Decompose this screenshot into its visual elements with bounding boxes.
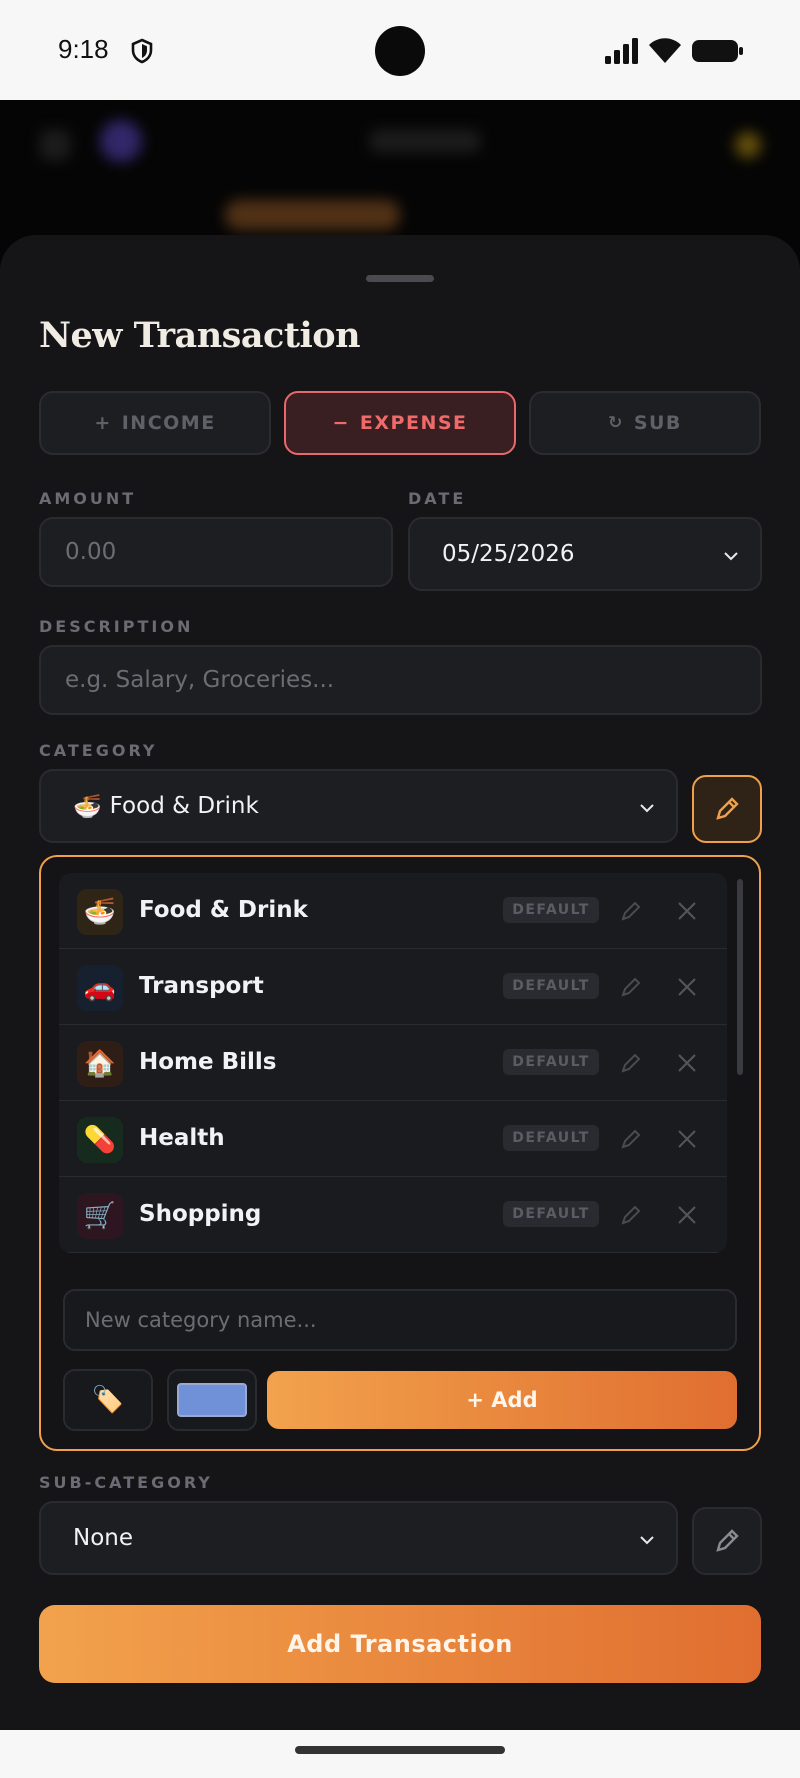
category-name: Health — [139, 1125, 225, 1151]
default-badge: DEFAULT — [503, 1201, 599, 1227]
pencil-icon[interactable] — [619, 1203, 643, 1227]
pencil-icon[interactable] — [619, 1051, 643, 1075]
category-name: Food & Drink — [139, 897, 308, 923]
subcategory-select[interactable]: None — [39, 1501, 678, 1575]
pencil-icon — [716, 797, 739, 820]
subcategory-value: None — [73, 1525, 134, 1551]
house-icon: 🏠 — [77, 1041, 123, 1087]
home-indicator[interactable] — [295, 1746, 505, 1754]
category-list-scrollbar[interactable] — [737, 879, 743, 1075]
sheet-title: New Transaction — [39, 315, 361, 356]
date-value: 05/25/2026 — [442, 541, 575, 567]
expense-toggle-button[interactable]: − EXPENSE — [284, 391, 516, 455]
battery-icon — [692, 40, 743, 62]
list-item[interactable]: 🛒 Shopping DEFAULT — [59, 1177, 727, 1253]
edit-subcategories-button[interactable] — [692, 1507, 762, 1575]
pill-icon: 💊 — [77, 1117, 123, 1163]
category-name: Shopping — [139, 1201, 262, 1227]
cart-icon: 🛒 — [77, 1193, 123, 1239]
tag-icon: 🏷️ — [91, 1385, 125, 1415]
minus-icon: − — [332, 412, 350, 434]
list-item[interactable]: 🏠 Home Bills DEFAULT — [59, 1025, 727, 1101]
food-icon: 🍜 — [77, 889, 123, 935]
income-label: INCOME — [121, 412, 216, 434]
close-icon[interactable] — [677, 977, 697, 997]
category-color-picker[interactable] — [167, 1369, 257, 1431]
sub-label: SUB — [633, 412, 682, 434]
date-label: DATE — [408, 489, 467, 508]
wifi-icon — [649, 38, 681, 63]
list-item[interactable]: 🚗 Transport DEFAULT — [59, 949, 727, 1025]
food-icon: 🍜 — [73, 793, 102, 820]
navigation-bar — [0, 1730, 800, 1778]
sub-toggle-button[interactable]: ↻ SUB — [529, 391, 761, 455]
coin-icon — [735, 132, 761, 158]
new-category-input[interactable]: New category name... — [63, 1289, 737, 1351]
income-toggle-button[interactable]: + INCOME — [39, 391, 271, 455]
action-pill — [225, 200, 400, 230]
category-select[interactable]: 🍜 Food & Drink — [39, 769, 678, 843]
list-item[interactable]: 💊 Health DEFAULT — [59, 1101, 727, 1177]
category-list[interactable]: 🍜 Food & Drink DEFAULT 🚗 Transport DEFAU… — [59, 873, 727, 1253]
chevron-down-icon — [640, 804, 654, 813]
subcategory-label: SUB-CATEGORY — [39, 1473, 213, 1492]
amount-label: AMOUNT — [39, 489, 137, 508]
description-placeholder: e.g. Salary, Groceries... — [65, 667, 335, 693]
pencil-icon[interactable] — [619, 975, 643, 999]
chevron-down-icon — [724, 552, 738, 561]
close-icon[interactable] — [677, 1129, 697, 1149]
add-category-button[interactable]: + Add — [267, 1371, 737, 1429]
status-time: 9:18 — [58, 34, 109, 64]
date-select[interactable]: 05/25/2026 — [408, 517, 762, 591]
shield-icon — [131, 38, 153, 64]
car-icon: 🚗 — [77, 965, 123, 1011]
new-category-placeholder: New category name... — [85, 1308, 317, 1332]
default-badge: DEFAULT — [503, 897, 599, 923]
color-swatch — [177, 1383, 247, 1417]
expense-label: EXPENSE — [359, 412, 468, 434]
amount-input[interactable]: 0.00 — [39, 517, 393, 587]
pencil-icon[interactable] — [619, 899, 643, 923]
category-icon-picker-button[interactable]: 🏷️ — [63, 1369, 153, 1431]
category-manager-panel: 🍜 Food & Drink DEFAULT 🚗 Transport DEFAU… — [39, 855, 761, 1451]
avatar — [100, 120, 142, 162]
list-item[interactable]: 🍜 Food & Drink DEFAULT — [59, 873, 727, 949]
category-value: Food & Drink — [109, 793, 259, 819]
close-icon[interactable] — [677, 901, 697, 921]
front-camera — [375, 26, 425, 76]
default-badge: DEFAULT — [503, 1049, 599, 1075]
menu-icon — [40, 130, 70, 160]
chevron-down-icon — [640, 1536, 654, 1545]
new-transaction-sheet: New Transaction + INCOME − EXPENSE ↻ SUB… — [0, 235, 800, 1730]
plus-icon: + — [94, 412, 112, 434]
pencil-icon — [716, 1529, 739, 1552]
default-badge: DEFAULT — [503, 1125, 599, 1151]
amount-placeholder: 0.00 — [65, 539, 117, 565]
default-badge: DEFAULT — [503, 973, 599, 999]
edit-categories-button[interactable] — [692, 775, 762, 843]
refresh-icon: ↻ — [608, 413, 624, 433]
cellular-signal-icon — [605, 38, 638, 64]
pencil-icon[interactable] — [619, 1127, 643, 1151]
add-transaction-button[interactable]: Add Transaction — [39, 1605, 761, 1683]
status-bar: 9:18 — [0, 0, 800, 100]
close-icon[interactable] — [677, 1205, 697, 1225]
close-icon[interactable] — [677, 1053, 697, 1073]
category-name: Transport — [139, 973, 264, 999]
description-input[interactable]: e.g. Salary, Groceries... — [39, 645, 762, 715]
month-label — [370, 130, 480, 152]
category-label: CATEGORY — [39, 741, 158, 760]
category-name: Home Bills — [139, 1049, 277, 1075]
sheet-grabber[interactable] — [366, 275, 434, 282]
description-label: DESCRIPTION — [39, 617, 194, 636]
